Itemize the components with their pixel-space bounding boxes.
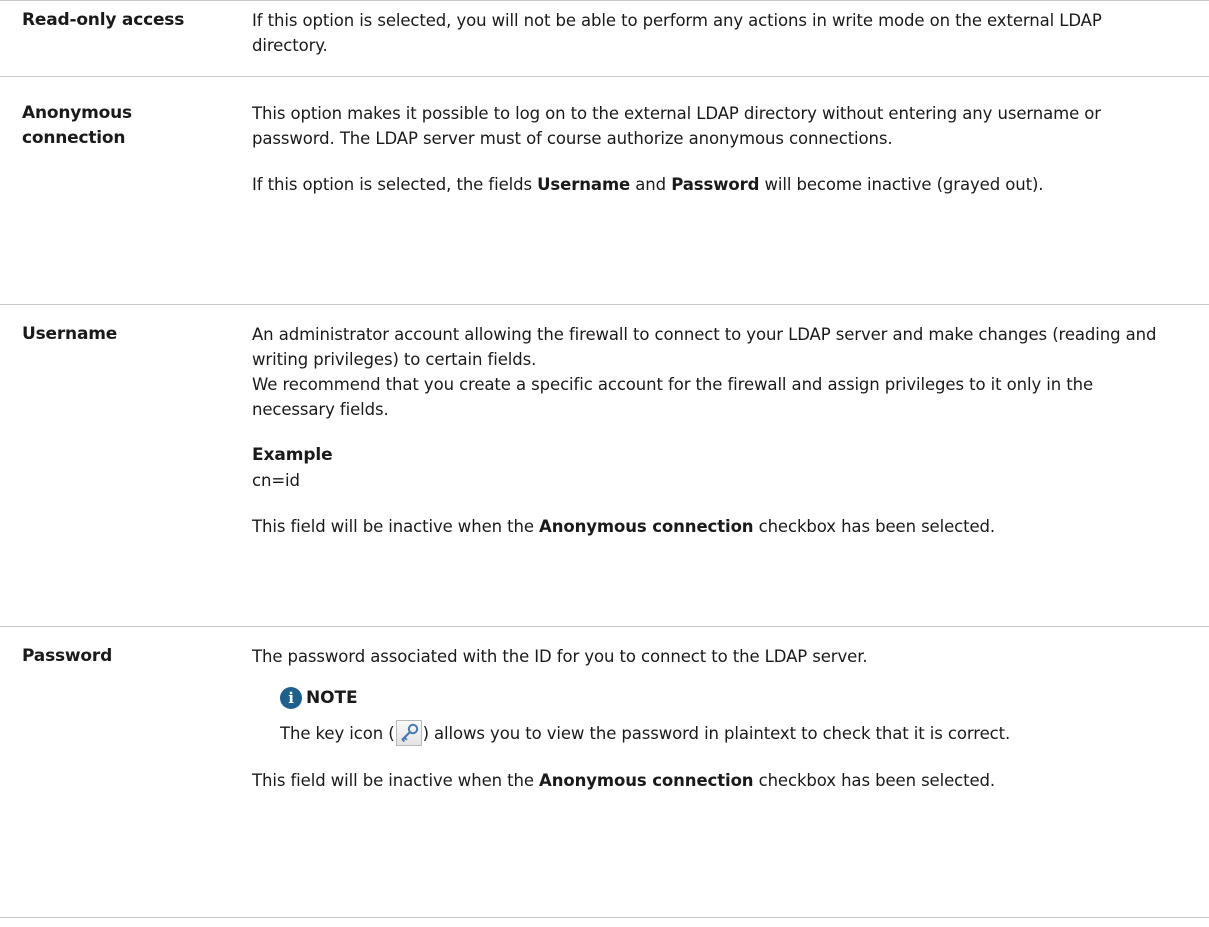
term-line: connection: [22, 128, 126, 148]
text-span: ) allows you to view the password in pla…: [422, 724, 1011, 743]
desc-username: An administrator account allowing the fi…: [252, 322, 1209, 626]
bold-anonymous-connection: Anonymous connection: [539, 771, 754, 790]
term-line: Anonymous: [22, 103, 132, 123]
desc-paragraph: If this option is selected, you will not…: [252, 11, 1102, 55]
text-span: This field will be inactive when the: [252, 517, 540, 536]
term-read-only-access: Read-only access: [22, 10, 185, 30]
text-span: This field will be inactive when the: [252, 771, 540, 790]
text-span: checkbox has been selected.: [753, 771, 996, 790]
text-span: checkbox has been selected.: [753, 517, 996, 536]
row-read-only-access: Read-only access If this option is selec…: [0, 0, 1209, 76]
note-header: i NOTE: [280, 685, 1175, 711]
bold-anonymous-connection: Anonymous connection: [539, 517, 754, 536]
row-anonymous-connection: Anonymous connection This option makes i…: [0, 76, 1209, 304]
desc-paragraph: We recommend that you create a specific …: [252, 375, 1094, 419]
desc-anonymous-connection: This option makes it possible to log on …: [252, 101, 1209, 304]
example-label: Example: [252, 445, 333, 465]
desc-paragraph: An administrator account allowing the fi…: [252, 325, 1157, 369]
desc-paragraph: This field will be inactive when the Ano…: [252, 768, 1175, 793]
note-label: NOTE: [306, 688, 358, 708]
text-span: The key icon (: [280, 724, 395, 743]
note-body: The key icon ( ) allows you to view the p…: [280, 720, 1175, 746]
term-password: Password: [22, 646, 113, 666]
desc-paragraph: The password associated with the ID for …: [252, 647, 868, 666]
example-value: cn=id: [252, 471, 300, 490]
desc-paragraph: This option makes it possible to log on …: [252, 104, 1101, 148]
note-box: i NOTE The key icon ( ) allows you to vie…: [280, 685, 1175, 746]
bold-password: Password: [671, 175, 760, 194]
desc-paragraph: This field will be inactive when the Ano…: [252, 514, 1175, 539]
desc-paragraph: If this option is selected, the fields U…: [252, 172, 1175, 197]
desc-password: The password associated with the ID for …: [252, 644, 1209, 917]
key-icon: [395, 720, 422, 746]
text-span: will become inactive (grayed out).: [759, 175, 1044, 194]
info-icon: i: [280, 687, 302, 709]
row-password: Password The password associated with th…: [0, 626, 1209, 918]
text-span: and: [630, 175, 672, 194]
bold-username: Username: [537, 175, 631, 194]
desc-read-only-access: If this option is selected, you will not…: [252, 8, 1209, 76]
term-username: Username: [22, 324, 118, 344]
term-anonymous-connection: Anonymous connection: [0, 101, 252, 304]
text-span: If this option is selected, the fields: [252, 175, 538, 194]
definition-table: Read-only access If this option is selec…: [0, 0, 1209, 918]
row-username: Username An administrator account allowi…: [0, 304, 1209, 626]
